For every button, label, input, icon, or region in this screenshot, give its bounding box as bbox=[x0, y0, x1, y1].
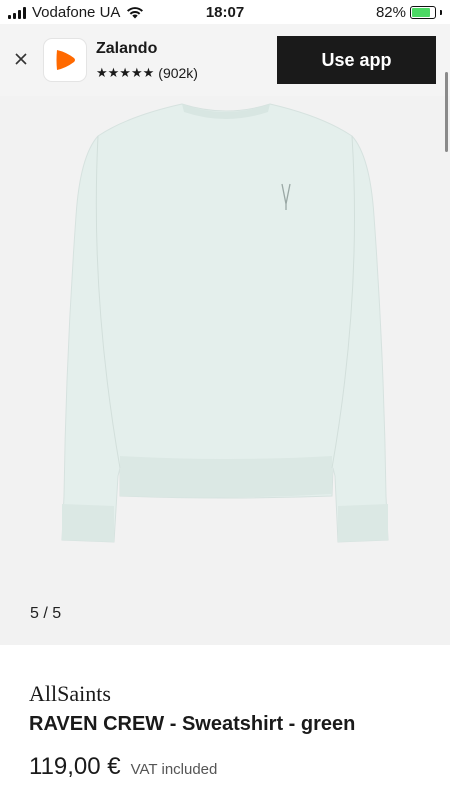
star-rating-icons: ★★★★★ bbox=[96, 65, 155, 80]
app-rating: ★★★★★ (902k) bbox=[96, 65, 198, 81]
product-price: 119,00 € bbox=[29, 753, 121, 780]
product-image bbox=[61, 103, 389, 543]
battery-icon bbox=[410, 6, 436, 19]
product-title: RAVEN CREW - Sweatshirt - green bbox=[29, 713, 356, 735]
price-row: 119,00 € VAT included bbox=[29, 753, 217, 781]
app-install-banner: Zalando ★★★★★ (902k) Use app bbox=[0, 24, 450, 96]
brand-name[interactable]: AllSaints bbox=[29, 681, 111, 707]
app-name: Zalando bbox=[96, 40, 158, 57]
close-icon[interactable] bbox=[10, 48, 32, 70]
battery-fill bbox=[412, 8, 431, 17]
rating-count: (902k) bbox=[158, 65, 198, 81]
battery-cap bbox=[440, 10, 442, 15]
status-bar: Vodafone UA 18:07 82% bbox=[0, 0, 450, 24]
vat-note: VAT included bbox=[130, 761, 218, 778]
product-image-gallery[interactable]: 5 / 5 bbox=[0, 96, 450, 645]
status-right: 82% bbox=[376, 4, 442, 21]
zalando-app-icon bbox=[43, 38, 87, 82]
zalando-logo-icon bbox=[56, 50, 75, 70]
product-info: AllSaints RAVEN CREW - Sweatshirt - gree… bbox=[0, 645, 450, 800]
image-counter: 5 / 5 bbox=[30, 605, 62, 622]
battery-percent: 82% bbox=[375, 4, 406, 21]
scroll-indicator bbox=[445, 72, 448, 152]
use-app-button[interactable]: Use app bbox=[277, 36, 436, 84]
